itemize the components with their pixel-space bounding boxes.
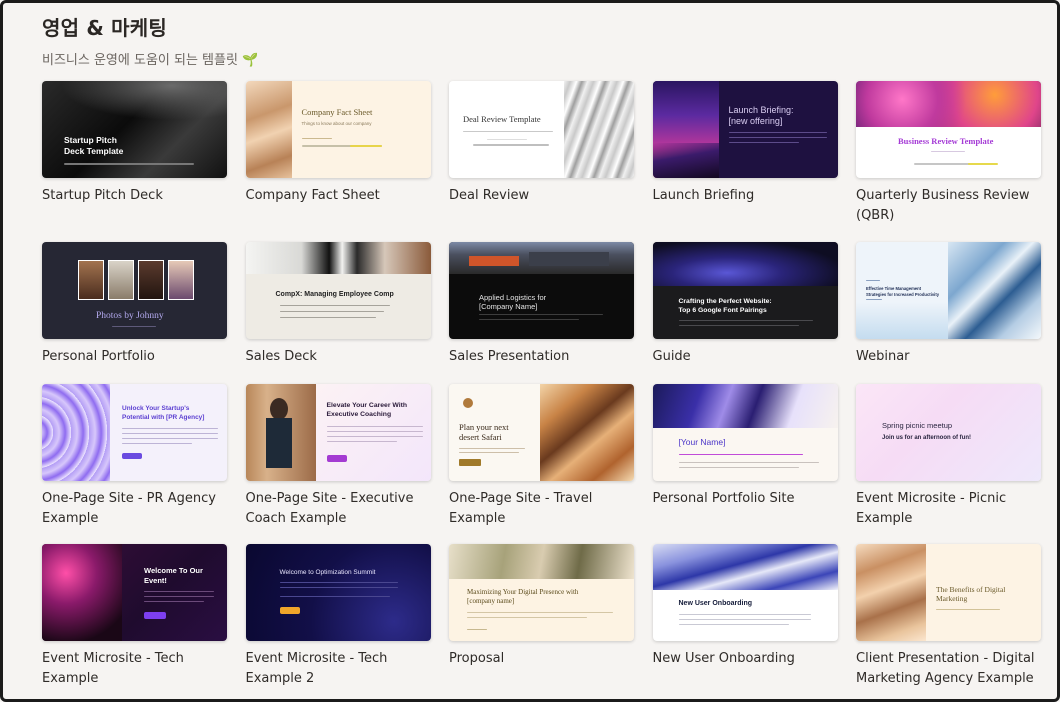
template-card-one-page-executive-coach[interactable]: Elevate Your Career With Executive Coach… bbox=[245, 384, 431, 544]
template-card-new-user-onboarding[interactable]: New User Onboarding New User Onboarding bbox=[652, 544, 838, 694]
thumb-title: Photos by Johnny bbox=[96, 311, 164, 321]
template-card-guide[interactable]: Crafting the Perfect Website: Top 6 Goog… bbox=[652, 242, 838, 384]
template-thumbnail[interactable]: CompX: Managing Employee Comp bbox=[245, 242, 431, 339]
template-card-personal-portfolio[interactable]: Photos by Johnny Personal Portfolio bbox=[42, 242, 227, 384]
template-label: Deal Review bbox=[449, 188, 530, 203]
template-label: Event Microsite - Tech Example 2 bbox=[245, 651, 388, 686]
section-header: 영업 & 마케팅 비즈니스 운영에 도움이 되는 템플릿 🌱 bbox=[42, 12, 258, 68]
template-thumbnail[interactable]: Startup Pitch Deck Template bbox=[42, 81, 227, 178]
thumb-title: Maximizing Your Digital Presence with [c… bbox=[467, 588, 579, 605]
template-label: Personal Portfolio bbox=[42, 349, 155, 364]
template-card-event-microsite-tech[interactable]: Welcome To Our Event! Event Microsite - … bbox=[42, 544, 227, 694]
template-thumbnail[interactable]: Plan your next desert Safari bbox=[449, 384, 634, 481]
template-card-sales-presentation[interactable]: Applied Logistics for [Company Name] Sal… bbox=[449, 242, 634, 384]
template-thumbnail[interactable]: Applied Logistics for [Company Name] bbox=[449, 242, 634, 339]
template-thumbnail[interactable]: Crafting the Perfect Website: Top 6 Goog… bbox=[652, 242, 838, 339]
template-thumbnail[interactable]: The Benefits of Digital Marketing bbox=[856, 544, 1041, 641]
thumb-title: Startup Pitch Deck Template bbox=[64, 135, 124, 156]
thumb-title: Deal Review Template bbox=[463, 114, 541, 124]
thumb-title: Welcome to Optimization Summit bbox=[279, 569, 376, 576]
template-card-one-page-pr-agency[interactable]: Unlock Your Startup's Potential with [PR… bbox=[42, 384, 227, 544]
template-label: Guide bbox=[652, 349, 691, 364]
template-label: One-Page Site - Travel Example bbox=[449, 491, 593, 526]
template-card-event-microsite-tech-2[interactable]: Welcome to Optimization Summit Event Mic… bbox=[245, 544, 431, 694]
template-card-proposal[interactable]: Maximizing Your Digital Presence with [c… bbox=[449, 544, 634, 694]
template-thumbnail[interactable]: Spring picnic meetup Join us for an afte… bbox=[856, 384, 1041, 481]
template-card-deal-review[interactable]: Deal Review Template Deal Review bbox=[449, 81, 634, 242]
template-thumbnail[interactable]: Launch Briefing: [new offering] bbox=[652, 81, 838, 178]
thumb-title: Elevate Your Career With Executive Coach… bbox=[326, 402, 408, 418]
template-card-company-fact-sheet[interactable]: Company Fact Sheet Things to know about … bbox=[245, 81, 431, 242]
template-card-one-page-travel[interactable]: Plan your next desert Safari One-Page Si… bbox=[449, 384, 634, 544]
thumb-title: Applied Logistics for [Company Name] bbox=[479, 293, 547, 311]
template-label: Sales Presentation bbox=[449, 349, 570, 364]
template-label: Company Fact Sheet bbox=[245, 188, 380, 203]
thumb-title: New User Onboarding bbox=[678, 600, 753, 607]
thumb-title: Spring picnic meetup bbox=[882, 421, 953, 430]
thumb-title: [Your Name] bbox=[678, 437, 726, 447]
thumb-title: Unlock Your Startup's Potential with [PR… bbox=[122, 405, 205, 421]
template-label: Quarterly Business Review (QBR) bbox=[856, 188, 1030, 223]
template-thumbnail[interactable]: Elevate Your Career With Executive Coach… bbox=[245, 384, 431, 481]
template-thumbnail[interactable]: Company Fact Sheet Things to know about … bbox=[245, 81, 431, 178]
thumb-title: Effective Time Management Strategies for… bbox=[866, 286, 940, 297]
template-card-personal-portfolio-site[interactable]: [Your Name] Personal Portfolio Site bbox=[652, 384, 838, 544]
template-label: Startup Pitch Deck bbox=[42, 188, 163, 203]
template-label: One-Page Site - PR Agency Example bbox=[42, 491, 216, 526]
section-subtitle: 비즈니스 운영에 도움이 되는 템플릿 🌱 bbox=[42, 53, 259, 68]
thumb-title: Launch Briefing: [new offering] bbox=[728, 105, 794, 126]
template-thumbnail[interactable]: Deal Review Template bbox=[449, 81, 634, 178]
template-card-webinar[interactable]: Effective Time Management Strategies for… bbox=[856, 242, 1041, 384]
template-label: New User Onboarding bbox=[652, 651, 795, 666]
template-thumbnail[interactable]: Unlock Your Startup's Potential with [PR… bbox=[42, 384, 227, 481]
template-thumbnail[interactable]: Photos by Johnny bbox=[42, 242, 227, 339]
template-label: Webinar bbox=[856, 349, 910, 364]
template-card-startup-pitch-deck[interactable]: Startup Pitch Deck Template Startup Pitc… bbox=[42, 81, 227, 242]
thumb-title: Company Fact Sheet bbox=[301, 107, 373, 117]
template-card-sales-deck[interactable]: CompX: Managing Employee Comp Sales Deck bbox=[245, 242, 431, 384]
template-thumbnail[interactable]: Maximizing Your Digital Presence with [c… bbox=[449, 544, 634, 641]
template-thumbnail[interactable]: Welcome to Optimization Summit bbox=[245, 544, 431, 641]
template-card-launch-briefing[interactable]: Launch Briefing: [new offering] Launch B… bbox=[652, 81, 838, 242]
thumb-title: Plan your next desert Safari bbox=[459, 422, 509, 442]
template-thumbnail[interactable]: Business Review Template bbox=[856, 81, 1041, 178]
template-label: Client Presentation - Digital Marketing … bbox=[856, 651, 1035, 686]
template-label: Sales Deck bbox=[245, 349, 317, 364]
template-thumbnail[interactable]: Effective Time Management Strategies for… bbox=[856, 242, 1041, 339]
thumb-subtitle: Things to know about our company bbox=[301, 121, 372, 126]
template-label: Event Microsite - Picnic Example bbox=[856, 491, 1007, 526]
template-thumbnail[interactable]: Welcome To Our Event! bbox=[42, 544, 227, 641]
section-title: 영업 & 마케팅 bbox=[42, 16, 167, 40]
template-grid: Startup Pitch Deck Template Startup Pitc… bbox=[42, 81, 1041, 694]
template-card-qbr[interactable]: Business Review Template Quarterly Busin… bbox=[856, 81, 1041, 242]
thumb-title: The Benefits of Digital Marketing bbox=[936, 585, 1006, 603]
thumb-title: CompX: Managing Employee Comp bbox=[275, 291, 394, 298]
template-label: Proposal bbox=[449, 651, 505, 666]
thumb-subtitle: Join us for an afternoon of fun! bbox=[882, 435, 971, 441]
template-thumbnail[interactable]: [Your Name] bbox=[652, 384, 838, 481]
template-card-event-microsite-picnic[interactable]: Spring picnic meetup Join us for an afte… bbox=[856, 384, 1041, 544]
template-card-client-presentation[interactable]: The Benefits of Digital Marketing Client… bbox=[856, 544, 1041, 694]
template-label: Event Microsite - Tech Example bbox=[42, 651, 184, 686]
thumb-title: Business Review Template bbox=[898, 136, 994, 146]
template-thumbnail[interactable]: New User Onboarding bbox=[652, 544, 838, 641]
template-label: One-Page Site - Executive Coach Example bbox=[245, 491, 414, 526]
thumb-title: Welcome To Our Event! bbox=[144, 566, 203, 585]
template-label: Personal Portfolio Site bbox=[652, 491, 795, 506]
thumb-title: Crafting the Perfect Website: Top 6 Goog… bbox=[678, 298, 772, 314]
template-label: Launch Briefing bbox=[652, 188, 755, 203]
